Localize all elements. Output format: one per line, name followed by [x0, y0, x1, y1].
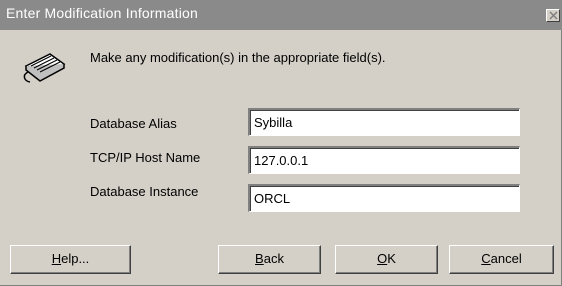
- window-title: Enter Modification Information: [6, 5, 198, 21]
- title-bar[interactable]: Enter Modification Information: [0, 0, 562, 30]
- ok-button-label: K: [387, 251, 396, 266]
- back-button-label: ack: [263, 251, 284, 266]
- cancel-button[interactable]: Cancel: [449, 245, 554, 274]
- ok-button-mnemonic: O: [377, 251, 388, 266]
- tcpip-host-name-field[interactable]: 127.0.0.1: [248, 146, 520, 174]
- keyboard-icon: [23, 53, 66, 83]
- close-icon: [549, 11, 558, 20]
- dialog-window: Enter Modification Information Make any …: [0, 0, 562, 286]
- close-button[interactable]: [546, 9, 560, 22]
- instruction-text: Make any modification(s) in the appropri…: [90, 50, 386, 65]
- tcpip-host-name-label: TCP/IP Host Name: [90, 150, 201, 165]
- database-alias-field[interactable]: Sybilla: [248, 108, 520, 136]
- help-button-mnemonic: H: [51, 251, 62, 266]
- database-instance-label: Database Instance: [90, 184, 199, 199]
- help-button[interactable]: Help...: [10, 245, 131, 274]
- back-button[interactable]: Back: [218, 245, 321, 274]
- database-alias-label: Database Alias: [90, 116, 177, 131]
- cancel-button-mnemonic: C: [481, 251, 491, 266]
- database-instance-field[interactable]: ORCL: [248, 184, 520, 212]
- cancel-button-label: ancel: [490, 251, 522, 266]
- back-button-mnemonic: B: [255, 251, 264, 266]
- ok-button[interactable]: OK: [335, 245, 438, 274]
- help-button-label: elp...: [61, 251, 90, 266]
